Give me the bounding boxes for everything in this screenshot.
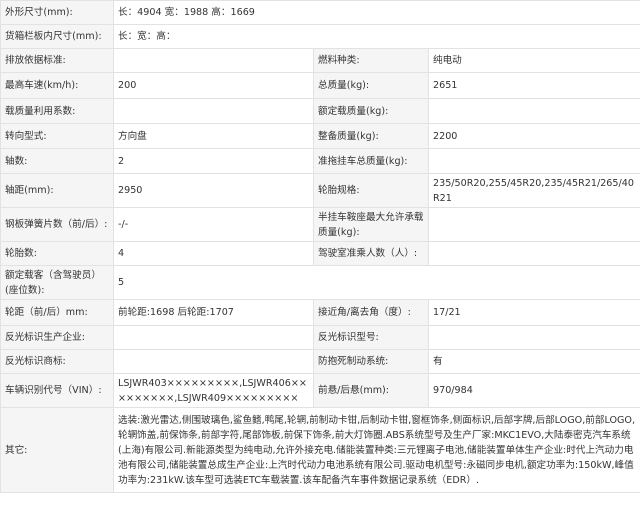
- table-row: 其它: 选装:激光雷达,侧围玻璃色,鲨鱼鳍,鸭尾,轮辋,前制动卡钳,后制动卡钳,…: [0, 407, 640, 493]
- leaf-spring-value: -/-: [113, 207, 314, 242]
- emission-label: 排放依据标准:: [0, 48, 114, 73]
- reflector-model-label: 反光标识型号:: [313, 325, 429, 350]
- steering-value: 方向盘: [113, 123, 314, 149]
- table-row: 外形尺寸(mm): 长：4904 宽：1988 高：1669: [0, 0, 640, 25]
- axles-label: 轴数:: [0, 148, 114, 174]
- fuel-label: 燃料种类:: [313, 48, 429, 73]
- table-row: 最高车速(km/h): 200 总质量(kg): 2651: [0, 72, 640, 99]
- seats-label: 额定载客（含驾驶员）(座位数):: [0, 265, 114, 300]
- load-util-value: [113, 98, 314, 124]
- overhang-value: 970/984: [428, 373, 640, 408]
- cab-label: 驾驶室准乘人数（人）:: [313, 241, 429, 266]
- total-mass-value: 2651: [428, 72, 640, 99]
- total-mass-label: 总质量(kg):: [313, 72, 429, 99]
- tire-count-label: 轮胎数:: [0, 241, 114, 266]
- leaf-spring-label: 钢板弹簧片数（前/后）:: [0, 207, 114, 242]
- cab-value: [428, 241, 640, 266]
- trailer-mass-value: [428, 148, 640, 174]
- spec-table: 外形尺寸(mm): 长：4904 宽：1988 高：1669 货箱栏板内尺寸(m…: [0, 0, 640, 493]
- table-row: 转向型式: 方向盘 整备质量(kg): 2200: [0, 123, 640, 149]
- wheelbase-label: 轴距(mm):: [0, 173, 114, 208]
- tire-label: 轮胎规格:: [313, 173, 429, 208]
- dims-value: 长：4904 宽：1988 高：1669: [113, 0, 640, 25]
- table-row: 轴距(mm): 2950 轮胎规格: 235/50R20,255/45R20,2…: [0, 173, 640, 208]
- dims-label: 外形尺寸(mm):: [0, 0, 114, 25]
- table-row: 排放依据标准: 燃料种类: 纯电动: [0, 48, 640, 73]
- table-row: 钢板弹簧片数（前/后）: -/- 半挂车鞍座最大允许承载质量(kg):: [0, 207, 640, 242]
- seats-value: 5: [113, 265, 640, 300]
- speed-label: 最高车速(km/h):: [0, 72, 114, 99]
- reflector-model-value: [428, 325, 640, 350]
- table-row: 轮胎数: 4 驾驶室准乘人数（人）:: [0, 241, 640, 266]
- reflector-brand-value: [113, 349, 314, 374]
- curb-mass-label: 整备质量(kg):: [313, 123, 429, 149]
- reflector-maker-label: 反光标识生产企业:: [0, 325, 114, 350]
- table-row: 车辆识别代号（VIN）: LSJWR403×××××××××,LSJWR406×…: [0, 373, 640, 408]
- table-row: 反光标识商标: 防抱死制动系统: 有: [0, 349, 640, 374]
- table-row: 额定载客（含驾驶员）(座位数): 5: [0, 265, 640, 300]
- angle-value: 17/21: [428, 299, 640, 326]
- table-row: 轮距（前/后）mm: 前轮距:1698 后轮距:1707 接近角/离去角（度）:…: [0, 299, 640, 326]
- semi-trailer-label: 半挂车鞍座最大允许承载质量(kg):: [313, 207, 429, 242]
- semi-trailer-value: [428, 207, 640, 242]
- tire-value: 235/50R20,255/45R20,235/45R21/265/40R21: [428, 173, 640, 208]
- reflector-maker-value: [113, 325, 314, 350]
- cargo-value: 长：宽：高：: [113, 24, 640, 49]
- other-label: 其它:: [0, 407, 114, 493]
- track-label: 轮距（前/后）mm:: [0, 299, 114, 326]
- wheelbase-value: 2950: [113, 173, 314, 208]
- table-row: 载质量利用系数: 额定载质量(kg):: [0, 98, 640, 124]
- table-row: 轴数: 2 准拖挂车总质量(kg):: [0, 148, 640, 174]
- fuel-value: 纯电动: [428, 48, 640, 73]
- axles-value: 2: [113, 148, 314, 174]
- speed-value: 200: [113, 72, 314, 99]
- vin-value: LSJWR403×××××××××,LSJWR406×××××××××,LSJW…: [113, 373, 314, 408]
- load-util-label: 载质量利用系数:: [0, 98, 114, 124]
- angle-label: 接近角/离去角（度）:: [313, 299, 429, 326]
- trailer-mass-label: 准拖挂车总质量(kg):: [313, 148, 429, 174]
- abs-value: 有: [428, 349, 640, 374]
- track-value: 前轮距:1698 后轮距:1707: [113, 299, 314, 326]
- other-value: 选装:激光雷达,侧围玻璃色,鲨鱼鳍,鸭尾,轮辋,前制动卡钳,后制动卡钳,窗框饰条…: [113, 407, 640, 493]
- rated-load-label: 额定载质量(kg):: [313, 98, 429, 124]
- tire-count-value: 4: [113, 241, 314, 266]
- cargo-label: 货箱栏板内尺寸(mm):: [0, 24, 114, 49]
- steering-label: 转向型式:: [0, 123, 114, 149]
- abs-label: 防抱死制动系统:: [313, 349, 429, 374]
- rated-load-value: [428, 98, 640, 124]
- emission-value: [113, 48, 314, 73]
- table-row: 反光标识生产企业: 反光标识型号:: [0, 325, 640, 350]
- curb-mass-value: 2200: [428, 123, 640, 149]
- overhang-label: 前悬/后悬(mm):: [313, 373, 429, 408]
- table-row: 货箱栏板内尺寸(mm): 长：宽：高：: [0, 24, 640, 49]
- reflector-brand-label: 反光标识商标:: [0, 349, 114, 374]
- vin-label: 车辆识别代号（VIN）:: [0, 373, 114, 408]
